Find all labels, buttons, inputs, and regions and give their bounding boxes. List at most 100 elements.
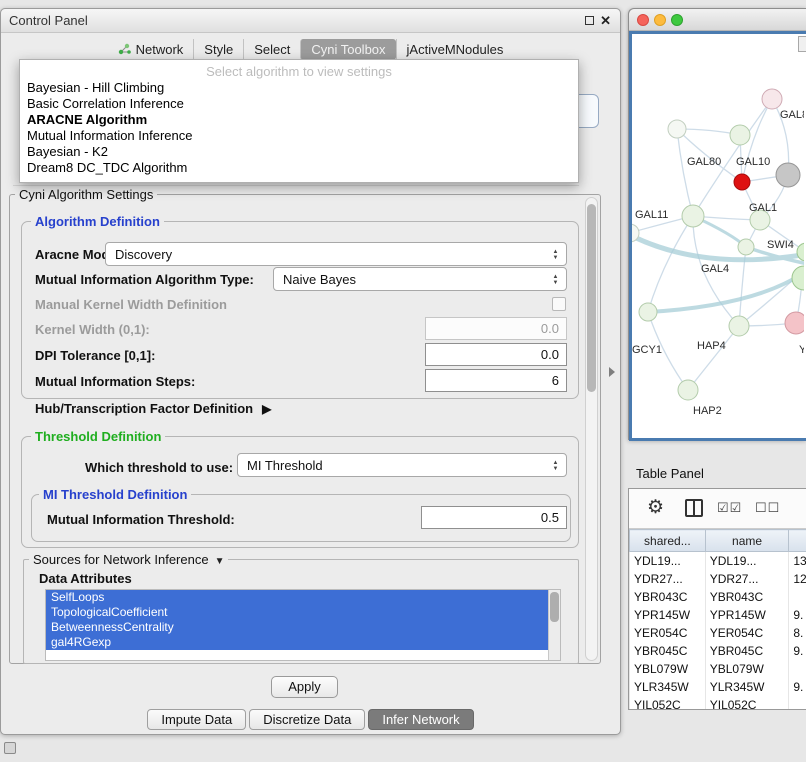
mi-steps-field[interactable]: 6 (425, 369, 567, 392)
combo-stepper-icon: ▲▼ (549, 458, 562, 474)
combo-stepper-icon: ▲▼ (549, 272, 562, 288)
minimize-traffic-light[interactable] (654, 14, 666, 26)
algorithm-dropdown-popup: Select algorithm to view settings Bayesi… (19, 59, 579, 183)
tab-infer-network[interactable]: Infer Network (368, 709, 473, 730)
dropdown-item-selected[interactable]: ARACNE Algorithm (20, 112, 578, 128)
which-threshold-combo[interactable]: MI Threshold ▲▼ (237, 453, 567, 477)
dropdown-item[interactable]: Dream8 DC_TDC Algorithm (20, 160, 578, 176)
manual-kernel-width-label: Manual Kernel Width Definition (35, 297, 227, 312)
algorithm-definition-title: Algorithm Definition (31, 214, 164, 229)
column-header[interactable]: shared... (630, 530, 706, 552)
sources-title: Sources for Network Inference (33, 552, 209, 567)
mi-algorithm-type-combo[interactable]: Naive Bayes ▲▼ (273, 267, 567, 291)
tab-label: Network (136, 42, 184, 57)
network-icon (118, 43, 131, 55)
dpi-tolerance-label: DPI Tolerance [0,1]: (35, 348, 155, 363)
table-row[interactable]: YDR27...YDR27...12 (630, 570, 806, 588)
column-header[interactable] (789, 530, 806, 552)
column-header[interactable]: name (705, 530, 789, 552)
table-row[interactable]: YBR045CYBR045C9. (630, 642, 806, 660)
tab-style[interactable]: Style (193, 39, 243, 60)
mi-threshold-label: Mutual Information Threshold: (47, 512, 235, 527)
network-node[interactable] (730, 125, 750, 145)
dropdown-item[interactable]: Mutual Information Inference (20, 128, 578, 144)
tab-network[interactable]: Network (108, 39, 194, 60)
table-row[interactable]: YBR043CYBR043C (630, 588, 806, 606)
threshold-definition-title: Threshold Definition (31, 429, 165, 444)
float-window-icon[interactable] (585, 16, 594, 25)
gear-icon[interactable]: ⚙ (647, 496, 664, 519)
list-item-selected[interactable]: SelfLoops (46, 590, 548, 605)
close-icon[interactable]: ✕ (600, 13, 611, 29)
list-scrollbar-thumb[interactable] (550, 592, 559, 622)
kernel-width-field[interactable]: 0.0 (425, 317, 567, 340)
list-item-selected[interactable]: gal4RGexp (46, 635, 548, 650)
select-all-checks-icon[interactable]: ☑☑ (717, 500, 742, 516)
tab-label: jActiveMNodules (407, 42, 504, 57)
list-scrollbar[interactable] (548, 590, 560, 660)
deselect-all-checks-icon[interactable]: ☐☐ (755, 500, 780, 516)
control-panel-titlebar[interactable]: Control Panel ✕ (1, 9, 620, 33)
network-node[interactable] (792, 266, 804, 290)
list-item-selected[interactable]: BetweennessCentrality (46, 620, 548, 635)
tab-select[interactable]: Select (243, 39, 300, 60)
list-item-selected[interactable]: TopologicalCoefficient (46, 605, 548, 620)
settings-group-title: Cyni Algorithm Settings (15, 187, 157, 202)
network-node[interactable] (678, 380, 698, 400)
control-panel-window: Control Panel ✕ Network Style Select Cyn… (0, 8, 621, 735)
network-titlebar[interactable] (629, 9, 806, 31)
tab-discretize-data[interactable]: Discretize Data (249, 709, 365, 730)
dropdown-item[interactable]: Basic Correlation Inference (20, 96, 578, 112)
table-panel-window: ⚙ ☑☑ ☐☐ shared... name YDL19...YDL19...1… (628, 488, 806, 710)
apply-button[interactable]: Apply (271, 676, 338, 698)
network-graph[interactable]: GAL8 GAL80 GAL10 GAL11 GAL1 SWI4 GAL4 GC… (632, 34, 804, 438)
table-row[interactable]: YBL079WYBL079W (630, 660, 806, 678)
panel-collapse-arrow-icon[interactable] (609, 367, 615, 377)
node-label: Y (799, 344, 804, 356)
zoom-traffic-light[interactable] (671, 14, 683, 26)
settings-scrollbar-thumb[interactable] (587, 204, 596, 392)
node-label: HAP2 (693, 405, 722, 417)
network-node[interactable] (738, 239, 754, 255)
table-row[interactable]: YLR345WYLR345W9. (630, 678, 806, 696)
data-attributes-list[interactable]: SelfLoops TopologicalCoefficient Between… (45, 589, 561, 661)
network-node[interactable] (776, 163, 800, 187)
network-node[interactable] (668, 120, 686, 138)
hub-transcription-factor-expander[interactable]: Hub/Transcription Factor Definition ▶ (35, 401, 271, 416)
expand-right-icon: ▶ (262, 402, 271, 416)
table-panel-title: Table Panel (636, 466, 704, 481)
manual-kernel-width-checkbox[interactable] (552, 297, 566, 311)
dropdown-item[interactable]: Bayesian - K2 (20, 144, 578, 160)
hub-label: Hub/Transcription Factor Definition (35, 401, 253, 416)
table-row[interactable]: YER054CYER054C8. (630, 624, 806, 642)
network-node[interactable] (639, 303, 657, 321)
dock-grip-icon[interactable] (4, 742, 16, 754)
covered-groupbox-fragment (13, 185, 579, 186)
dropdown-item[interactable]: Bayesian - Hill Climbing (20, 80, 578, 96)
tab-impute-data[interactable]: Impute Data (147, 709, 246, 730)
network-node[interactable] (762, 89, 782, 109)
table-row[interactable]: YIL052CYIL052C (630, 696, 806, 711)
settings-scrollbar[interactable] (585, 197, 598, 661)
columns-icon[interactable] (685, 499, 703, 517)
dpi-tolerance-field[interactable]: 0.0 (425, 343, 567, 366)
network-node[interactable] (682, 205, 704, 227)
mi-threshold-field[interactable]: 0.5 (421, 506, 567, 529)
network-node-selected[interactable] (734, 174, 750, 190)
network-node[interactable] (729, 316, 749, 336)
combo-value: MI Threshold (247, 458, 323, 473)
kernel-width-label: Kernel Width (0,1): (35, 322, 150, 337)
node-label: GCY1 (632, 344, 662, 356)
table-row[interactable]: YPR145WYPR145W9. (630, 606, 806, 624)
aracne-mode-combo[interactable]: Discovery ▲▼ (105, 242, 567, 266)
close-traffic-light[interactable] (637, 14, 649, 26)
table-row[interactable]: YDL19...YDL19...13 (630, 552, 806, 570)
table-header-row: shared... name (630, 530, 806, 552)
network-node[interactable] (785, 312, 804, 334)
network-node[interactable] (797, 243, 804, 261)
tab-cyni-toolbox[interactable]: Cyni Toolbox (300, 39, 395, 60)
network-canvas[interactable]: GAL8 GAL80 GAL10 GAL11 GAL1 SWI4 GAL4 GC… (629, 31, 806, 441)
tab-jactivemnodules[interactable]: jActiveMNodules (396, 39, 514, 60)
network-scrollbar-stub[interactable] (798, 36, 806, 52)
sources-toggle[interactable]: Sources for Network Inference▼ (29, 552, 228, 567)
